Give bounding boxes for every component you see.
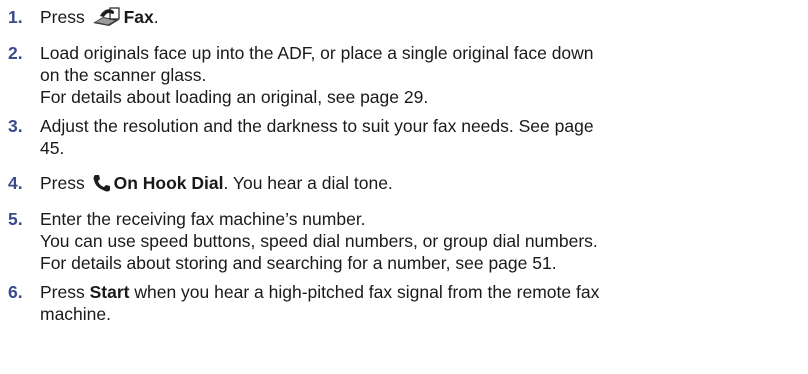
step-2: 2. Load originals face up into the ADF, … xyxy=(8,42,803,108)
step-text: Press Fax. xyxy=(40,6,803,32)
step-line: Press On Hook Dial. You hear a dial tone… xyxy=(40,172,803,198)
step-number: 3. xyxy=(8,116,23,136)
step-line: You can use speed buttons, speed dial nu… xyxy=(40,231,598,251)
step-number: 1. xyxy=(8,7,23,27)
step-5: 5. Enter the receiving fax machine’s num… xyxy=(8,208,803,274)
on-hook-dial-button-label: On Hook Dial xyxy=(113,173,224,193)
step-6: 6. Press Start when you hear a high-pitc… xyxy=(8,281,803,325)
step-line: machine. xyxy=(40,304,112,324)
step-3: 3. Adjust the resolution and the darknes… xyxy=(8,115,803,159)
step-1: 1. Press Fax. xyxy=(8,6,803,32)
fax-icon xyxy=(91,7,121,32)
step-line: For details about storing and searching … xyxy=(40,253,557,273)
step-number: 4. xyxy=(8,173,23,193)
step-number: 2. xyxy=(8,43,23,63)
step-prefix: Press xyxy=(40,173,90,193)
step-line: on the scanner glass. xyxy=(40,65,207,85)
step-4: 4. Press On Hook Dial. You hear a dial t… xyxy=(8,172,803,198)
step-line: Load originals face up into the ADF, or … xyxy=(40,43,594,63)
step-number: 5. xyxy=(8,209,23,229)
step-line: For details about loading an original, s… xyxy=(40,87,429,107)
step-line: Adjust the resolution and the darkness t… xyxy=(40,116,594,136)
step-text: Load originals face up into the ADF, or … xyxy=(40,42,803,108)
phone-handset-icon xyxy=(91,173,111,198)
step-suffix: . xyxy=(153,7,159,27)
step-prefix: Press xyxy=(40,7,90,27)
step-prefix: Press xyxy=(40,282,90,302)
step-line: 45. xyxy=(40,138,65,158)
step-line: Press Start when you hear a high-pitched… xyxy=(40,281,803,303)
start-button-label: Start xyxy=(89,282,130,302)
step-text: Press On Hook Dial. You hear a dial tone… xyxy=(40,172,803,198)
step-suffix: . You hear a dial tone. xyxy=(223,173,393,193)
fax-button-label: Fax xyxy=(123,7,154,27)
step-text: Adjust the resolution and the darkness t… xyxy=(40,115,803,159)
step-line: Press Fax. xyxy=(40,6,803,32)
step-line: Enter the receiving fax machine’s number… xyxy=(40,209,366,229)
step-continuation: when you hear a high-pitched fax signal … xyxy=(129,282,600,302)
instruction-page: 1. Press Fax. 2. Load originals face up … xyxy=(0,0,808,374)
step-text: Enter the receiving fax machine’s number… xyxy=(40,208,803,274)
step-text: Press Start when you hear a high-pitched… xyxy=(40,281,803,325)
step-number: 6. xyxy=(8,282,23,302)
